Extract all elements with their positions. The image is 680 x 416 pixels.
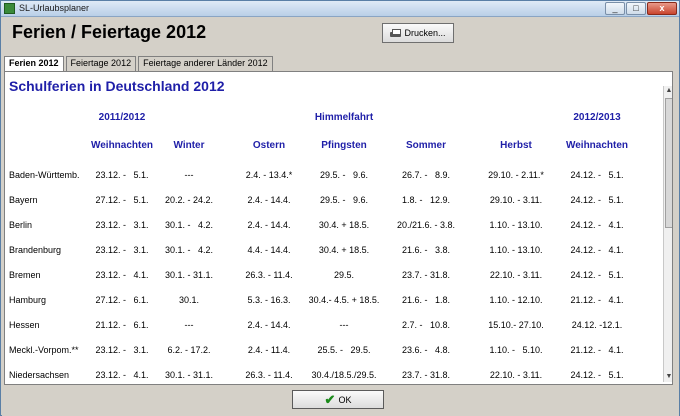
state-label: Hessen bbox=[9, 320, 40, 330]
minimize-icon[interactable]: _ bbox=[605, 2, 625, 15]
vertical-scrollbar[interactable]: ▲ ▼ bbox=[663, 86, 672, 382]
column-header: Sommer bbox=[405, 140, 446, 151]
holiday-cell: 24.12. - 5.1. bbox=[570, 270, 624, 280]
tab-feiertage[interactable]: Feiertage 2012 bbox=[65, 56, 137, 71]
state-label: Bayern bbox=[9, 195, 38, 205]
window-controls: _ □ x bbox=[605, 2, 677, 15]
holiday-cell: 21.6. - 1.8. bbox=[401, 295, 451, 305]
holiday-cell: 23.7. - 31.8. bbox=[401, 370, 451, 380]
checkmark-icon: ✔ bbox=[324, 392, 336, 407]
group-label: 2012/2013 bbox=[573, 112, 621, 123]
holiday-cell: 26.7. - 8.9. bbox=[401, 170, 451, 180]
footer-bar: ✔ OK bbox=[2, 386, 679, 416]
tab-bar: Ferien 2012 Feiertage 2012 Feiertage and… bbox=[4, 56, 275, 72]
print-button-label: Drucken... bbox=[404, 28, 446, 38]
state-label: Niedersachsen bbox=[9, 370, 70, 380]
state-label: Meckl.-Vorpom.** bbox=[9, 345, 79, 355]
ok-button[interactable]: ✔ OK bbox=[292, 390, 384, 409]
holiday-cell: 2.7. - 10.8. bbox=[401, 320, 451, 330]
ok-button-label: OK bbox=[338, 394, 352, 405]
printer-icon bbox=[390, 28, 402, 38]
tab-feiertage-andere-laender[interactable]: Feiertage anderer Länder 2012 bbox=[138, 56, 273, 71]
holiday-table-panel: Schulferien in Deutschland 2012 ▲ ▼ 2011… bbox=[4, 71, 673, 385]
state-label: Hamburg bbox=[9, 295, 47, 305]
scroll-down-icon[interactable]: ▼ bbox=[664, 372, 672, 382]
holiday-cell: 23.6. - 4.8. bbox=[401, 345, 451, 355]
header-bar: Ferien / Feiertage 2012 Drucken... bbox=[2, 18, 679, 47]
group-label: Himmelfahrt bbox=[314, 112, 374, 123]
holiday-cell: 24.12. - 4.1. bbox=[570, 245, 624, 255]
print-button[interactable]: Drucken... bbox=[382, 23, 454, 43]
close-icon[interactable]: x bbox=[647, 2, 677, 15]
holiday-cell: 21.6. - 3.8. bbox=[401, 245, 451, 255]
holiday-cell: 24.12. -12.1. bbox=[571, 320, 623, 330]
app-window: SL-Urlaubsplaner _ □ x Ferien / Feiertag… bbox=[0, 0, 680, 416]
holiday-cell: 20./21.6. - 3.8. bbox=[396, 220, 456, 230]
holiday-cell: 21.12. - 4.1. bbox=[570, 295, 624, 305]
table-heading: Schulferien in Deutschland 2012 bbox=[9, 78, 225, 94]
holiday-cell: 23.7. - 31.8. bbox=[401, 270, 451, 280]
holiday-cell: 1.8. - 12.9. bbox=[401, 195, 451, 205]
app-icon bbox=[4, 3, 15, 14]
holiday-cell: 21.12. - 4.1. bbox=[570, 345, 624, 355]
holiday-cell: 24.12. - 5.1. bbox=[570, 195, 624, 205]
scrollbar-thumb[interactable] bbox=[665, 98, 672, 228]
holiday-cell: 24.12. - 5.1. bbox=[570, 370, 624, 380]
column-header: Weihnachten bbox=[565, 140, 629, 151]
state-label: Brandenburg bbox=[9, 245, 62, 255]
window-title: SL-Urlaubsplaner bbox=[19, 3, 90, 13]
tab-ferien[interactable]: Ferien 2012 bbox=[4, 56, 64, 72]
holiday-cell: 24.12. - 5.1. bbox=[570, 170, 624, 180]
state-label: Berlin bbox=[9, 220, 33, 230]
holiday-cell: 24.12. - 4.1. bbox=[570, 220, 624, 230]
maximize-icon[interactable]: □ bbox=[626, 2, 646, 15]
group-label: 2011/2012 bbox=[98, 112, 146, 123]
state-label: Baden-Württemb. bbox=[9, 170, 80, 180]
page-title: Ferien / Feiertage 2012 bbox=[12, 22, 207, 42]
scroll-up-icon[interactable]: ▲ bbox=[664, 86, 672, 96]
state-label: Bremen bbox=[9, 270, 41, 280]
title-bar: SL-Urlaubsplaner _ □ x bbox=[1, 1, 679, 17]
